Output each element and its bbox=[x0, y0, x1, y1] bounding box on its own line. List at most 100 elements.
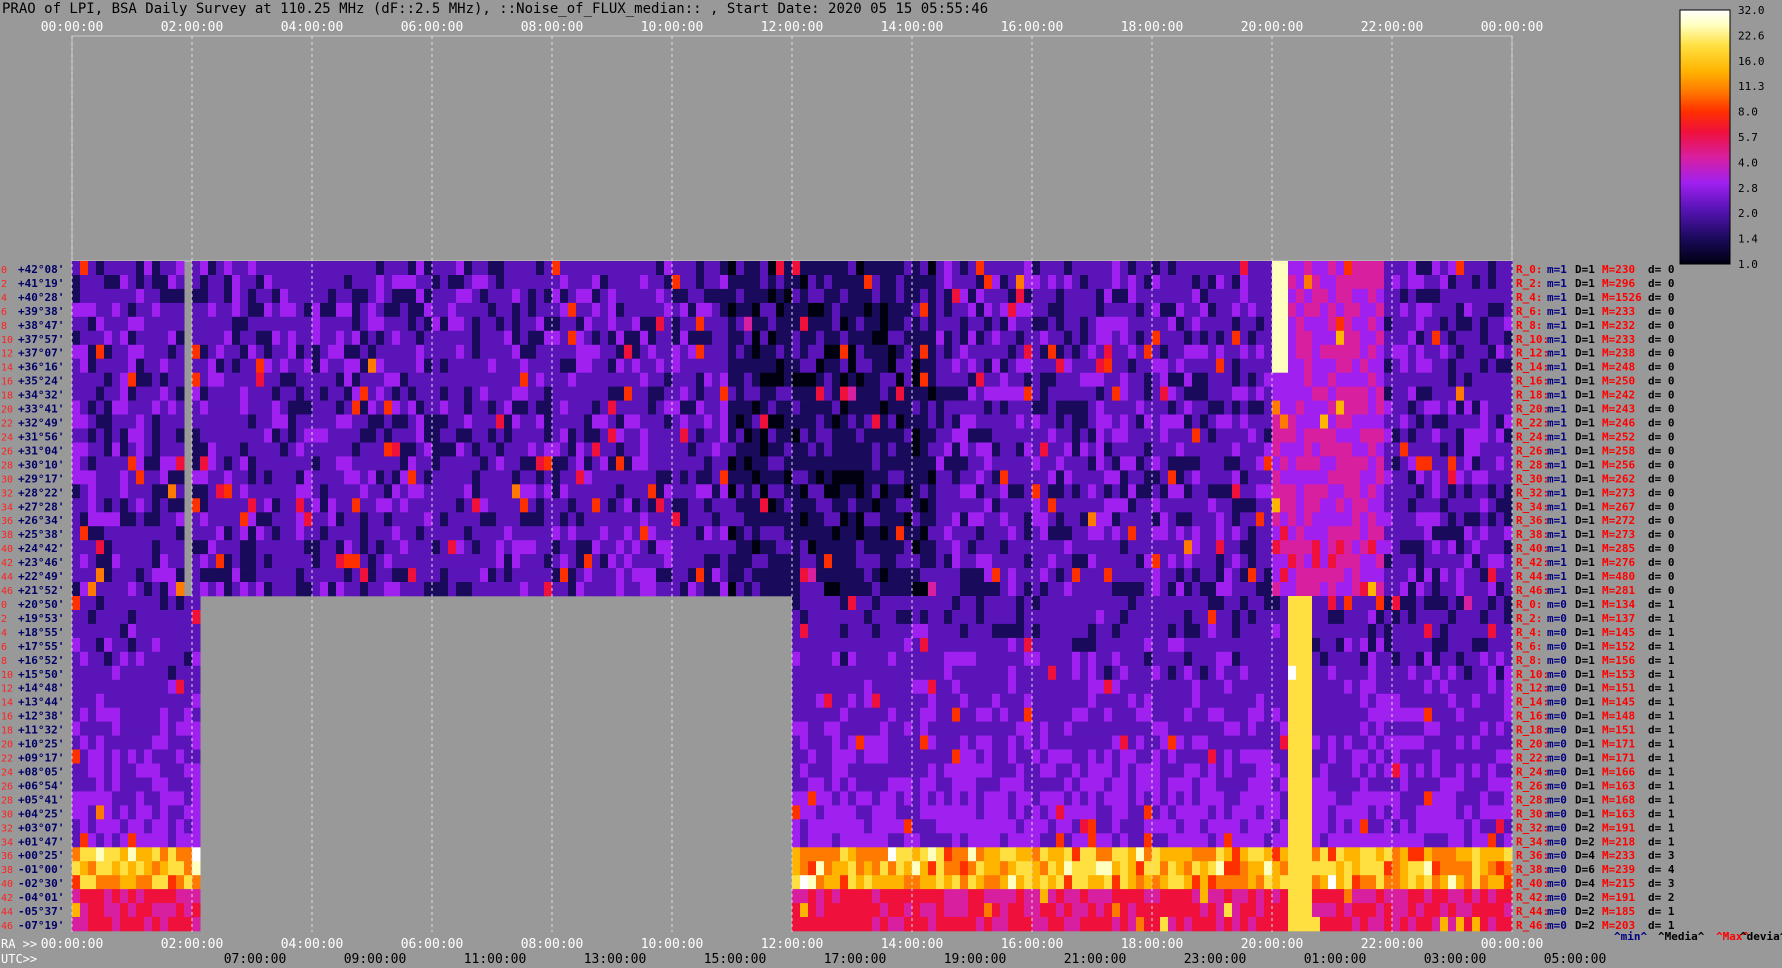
heat-cell bbox=[72, 414, 81, 429]
heat-cell bbox=[296, 316, 305, 332]
heat-cell bbox=[416, 526, 425, 541]
heat-cell bbox=[1280, 526, 1289, 541]
heat-cell bbox=[1392, 330, 1401, 346]
heat-cell bbox=[464, 568, 473, 583]
heat-cell bbox=[416, 498, 425, 513]
heat-cell bbox=[288, 275, 297, 290]
heat-cell bbox=[1184, 498, 1193, 513]
heat-cell bbox=[928, 637, 937, 653]
heat-cell bbox=[1152, 372, 1161, 387]
heat-cell bbox=[584, 414, 593, 429]
heat-cell bbox=[1352, 665, 1361, 681]
heat-cell bbox=[784, 568, 793, 583]
heat-cell bbox=[1176, 302, 1185, 318]
heat-cell bbox=[1440, 470, 1449, 485]
heat-cell bbox=[1376, 400, 1385, 415]
heat-cell bbox=[688, 568, 697, 583]
heat-cell bbox=[1248, 302, 1257, 318]
heat-cell bbox=[1112, 470, 1121, 485]
heat-cell bbox=[360, 582, 369, 597]
heat-cell bbox=[840, 344, 849, 360]
heat-cell bbox=[1472, 428, 1481, 443]
heat-cell bbox=[872, 568, 881, 583]
heat-cell bbox=[1128, 498, 1137, 513]
heat-cell bbox=[888, 526, 897, 541]
heat-cell bbox=[96, 554, 105, 569]
heat-cell bbox=[144, 358, 153, 373]
heat-cell bbox=[1336, 316, 1345, 332]
heat-cell bbox=[1496, 651, 1505, 667]
heat-cell bbox=[96, 582, 105, 597]
heat-cell bbox=[88, 665, 97, 681]
heat-cell bbox=[1256, 330, 1265, 346]
heat-cell bbox=[984, 610, 993, 625]
heat-cell bbox=[1024, 288, 1033, 304]
heat-cell bbox=[1024, 623, 1033, 639]
heat-cell bbox=[256, 400, 265, 415]
heat-cell bbox=[296, 582, 305, 597]
heat-cell bbox=[216, 275, 225, 290]
heat-cell bbox=[376, 400, 385, 415]
heat-cell bbox=[512, 582, 521, 597]
heat-cell bbox=[680, 372, 689, 387]
heat-cell bbox=[1424, 330, 1433, 346]
heat-cell bbox=[136, 484, 145, 499]
heat-cell bbox=[96, 316, 105, 332]
heat-cell bbox=[240, 470, 249, 485]
heat-cell bbox=[1416, 540, 1425, 555]
heat-cell bbox=[1104, 456, 1113, 471]
heat-cell bbox=[448, 442, 457, 457]
heat-cell bbox=[768, 470, 777, 485]
heat-cell bbox=[312, 275, 321, 290]
heat-cell bbox=[1160, 316, 1169, 332]
heat-cell bbox=[512, 498, 521, 513]
heat-cell bbox=[1240, 386, 1249, 401]
heat-cell bbox=[808, 512, 817, 527]
heat-cell bbox=[1088, 596, 1097, 611]
heat-cell bbox=[936, 386, 945, 401]
heat-cell bbox=[816, 679, 825, 695]
heat-cell bbox=[1408, 554, 1417, 569]
heat-cell bbox=[72, 596, 81, 611]
heat-cell bbox=[1480, 372, 1489, 387]
heat-cell bbox=[600, 344, 609, 360]
heat-cell bbox=[1032, 456, 1041, 471]
heat-cell bbox=[1312, 665, 1321, 681]
heat-cell bbox=[112, 484, 121, 499]
heat-cell bbox=[128, 512, 137, 527]
heat-cell bbox=[448, 428, 457, 443]
heat-cell bbox=[664, 470, 673, 485]
heat-cell bbox=[160, 428, 169, 443]
heat-cell bbox=[464, 344, 473, 360]
heat-cell bbox=[968, 400, 977, 415]
heat-cell bbox=[1248, 400, 1257, 415]
heat-cell bbox=[560, 540, 569, 555]
heat-cell bbox=[864, 554, 873, 569]
heat-cell bbox=[1256, 456, 1265, 471]
heat-cell bbox=[1488, 554, 1497, 569]
heat-cell bbox=[1432, 414, 1441, 429]
heat-cell bbox=[1032, 568, 1041, 583]
heat-cell bbox=[1008, 637, 1017, 653]
heat-cell bbox=[1224, 261, 1233, 276]
heat-cell bbox=[992, 470, 1001, 485]
heat-cell bbox=[976, 456, 985, 471]
heat-cell bbox=[448, 484, 457, 499]
heat-cell bbox=[1312, 261, 1321, 276]
heat-cell bbox=[304, 442, 313, 457]
heat-cell bbox=[800, 540, 809, 555]
heat-cell bbox=[1280, 302, 1289, 318]
heat-cell bbox=[1344, 568, 1353, 583]
heat-cell bbox=[992, 596, 1001, 611]
heat-cell bbox=[736, 330, 745, 346]
heat-cell bbox=[80, 414, 89, 429]
heat-cell bbox=[200, 261, 209, 276]
heat-cell bbox=[640, 498, 649, 513]
heat-cell bbox=[848, 442, 857, 457]
heat-cell bbox=[408, 358, 417, 373]
heat-cell bbox=[240, 540, 249, 555]
heat-cell bbox=[1104, 623, 1113, 639]
heat-cell bbox=[872, 498, 881, 513]
heat-cell bbox=[1376, 456, 1385, 471]
heat-cell bbox=[1128, 526, 1137, 541]
